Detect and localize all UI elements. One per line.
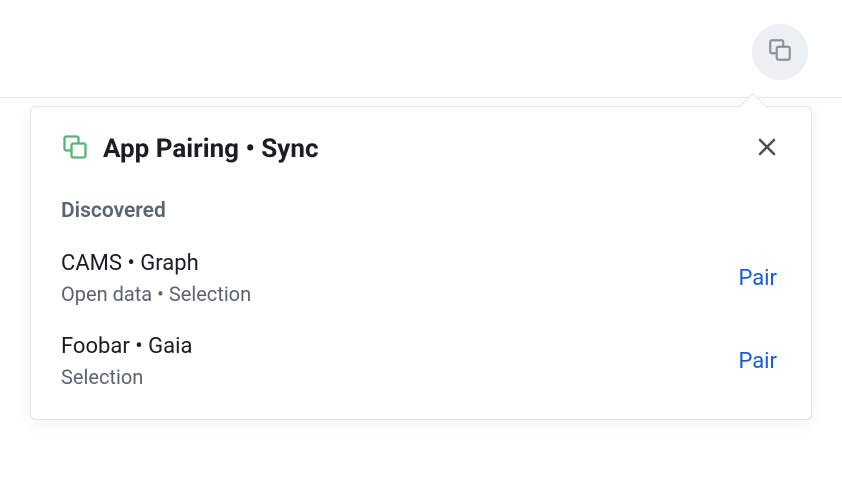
toolbar [0,0,842,98]
app-pairing-popover: App Pairing • Sync Discovered CAMS • Gra… [30,106,812,420]
pair-icon [767,37,793,67]
device-name: CAMS • Graph [61,251,734,276]
device-meta: Selection [61,365,734,389]
close-button[interactable] [753,133,781,165]
popover-header: App Pairing • Sync [61,133,781,165]
device-row: Foobar • Gaia Selection Pair [61,334,781,389]
discovered-label: Discovered [61,199,781,223]
pair-action[interactable]: Pair [734,262,781,295]
close-icon [757,135,777,163]
pair-icon [61,133,89,165]
pair-sync-button[interactable] [752,24,808,80]
device-info: CAMS • Graph Open data • Selection [61,251,734,306]
device-row: CAMS • Graph Open data • Selection Pair [61,251,781,306]
device-name: Foobar • Gaia [61,334,734,359]
pair-action[interactable]: Pair [734,345,781,378]
device-meta: Open data • Selection [61,282,734,306]
popover-title: App Pairing • Sync [103,134,739,164]
device-info: Foobar • Gaia Selection [61,334,734,389]
